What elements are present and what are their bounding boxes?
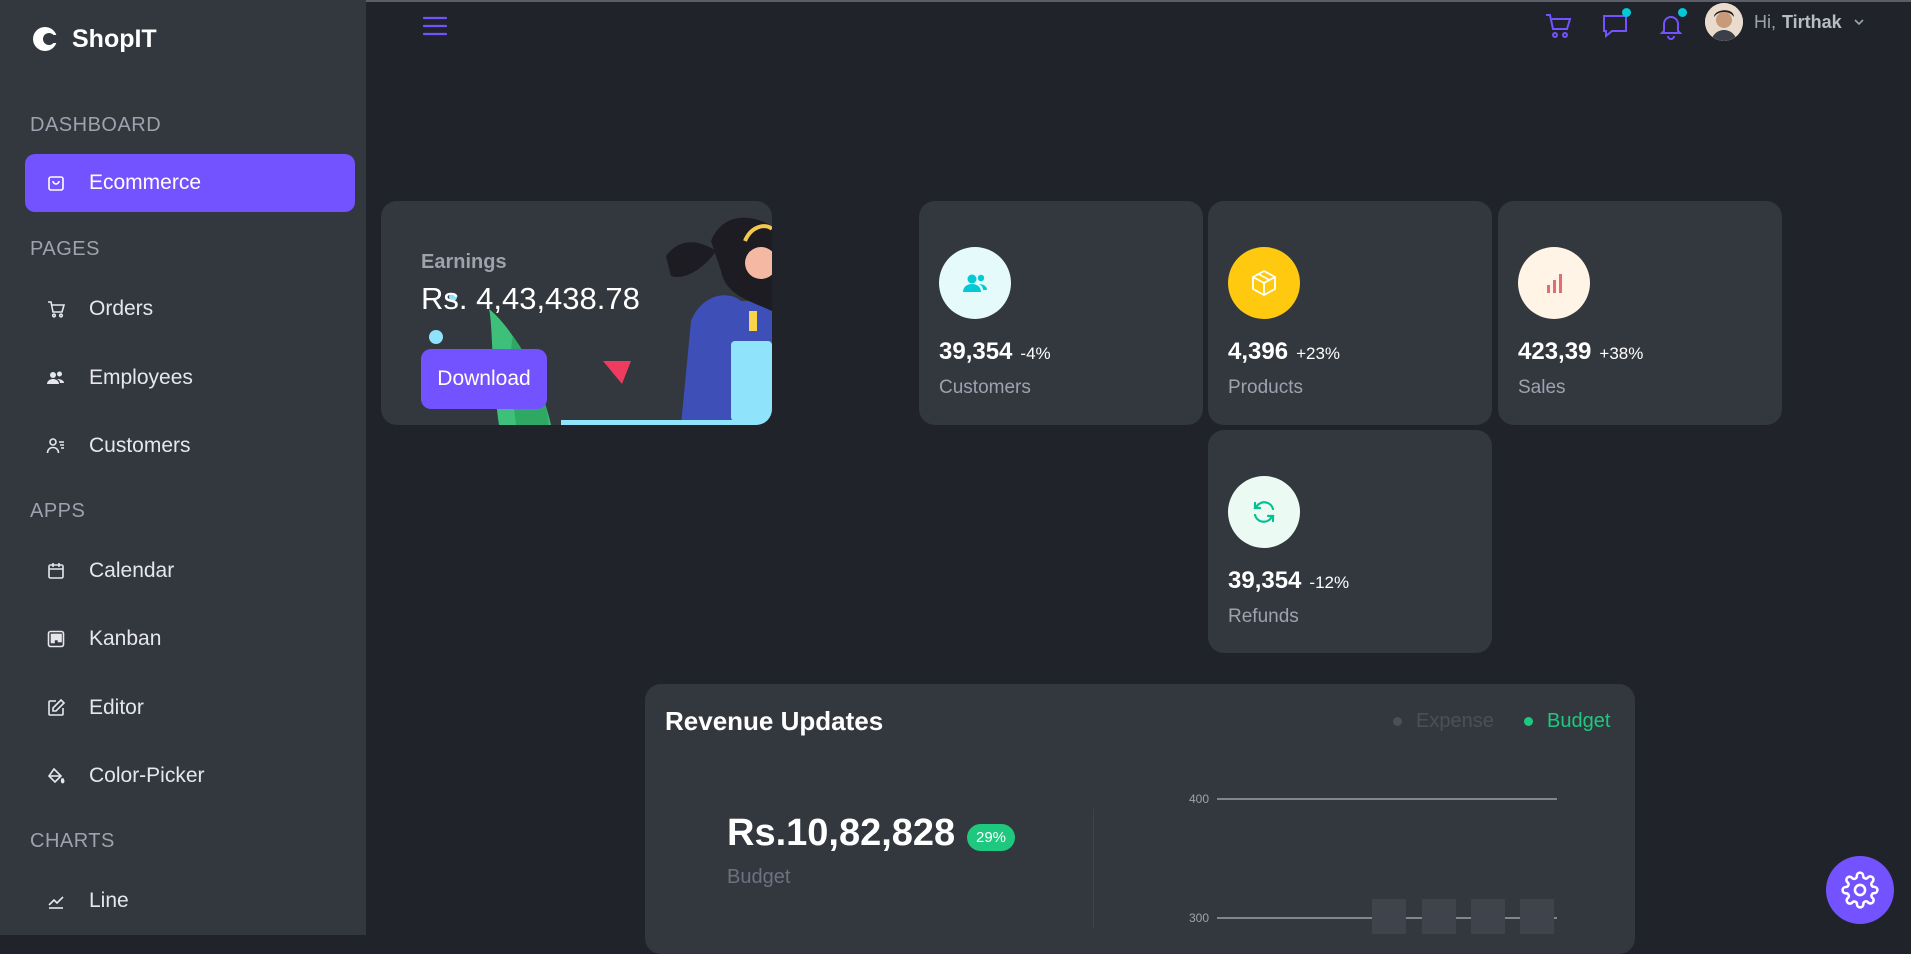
axis-tick-400: 400 — [1189, 792, 1209, 806]
sidebar-item-ecommerce[interactable]: Ecommerce — [25, 154, 355, 212]
sidebar-item-color-picker[interactable]: Color-Picker — [25, 747, 355, 805]
earnings-value: Rs. 4,43,438.78 — [421, 281, 640, 316]
sidebar-item-calendar[interactable]: Calendar — [25, 542, 355, 600]
box-icon[interactable] — [1228, 247, 1300, 319]
sidebar-item-line[interactable]: Line — [25, 872, 355, 930]
sidebar-item-kanban[interactable]: Kanban — [25, 610, 355, 668]
revenue-title: Revenue Updates — [665, 706, 884, 736]
sidebar-item-label: Customers — [89, 434, 191, 457]
section-title-charts: CHARTS — [30, 830, 115, 852]
user-greeting[interactable]: Hi, Tirthak — [1754, 12, 1842, 33]
download-button[interactable]: Download — [421, 349, 547, 409]
chart-bar[interactable] — [1520, 899, 1554, 934]
customers-icon[interactable] — [939, 247, 1011, 319]
sidebar-item-editor[interactable]: Editor — [25, 679, 355, 737]
stat-label: Products — [1228, 377, 1303, 398]
legend-expense[interactable]: Expense — [1393, 710, 1494, 733]
chart-bar[interactable] — [1471, 899, 1505, 934]
budget-value: Rs.10,82,828 — [727, 812, 956, 854]
stat-percent: +23% — [1296, 344, 1341, 363]
revenue-updates-card: Revenue Updates Expense Budget Rs.10,82,… — [645, 684, 1635, 954]
chevron-down-icon[interactable] — [1853, 16, 1865, 28]
sidebar-item-orders[interactable]: Orders — [25, 280, 355, 338]
line-chart-icon — [45, 890, 67, 912]
stat-value: 423,39 — [1518, 338, 1592, 365]
stat-value-customers: 39,354 -4% — [939, 338, 1051, 366]
sidebar-item-label: Ecommerce — [89, 171, 202, 194]
stat-value-sales: 423,39 +38% — [1518, 338, 1643, 366]
calendar-icon — [45, 560, 67, 582]
cart-icon[interactable] — [1544, 11, 1574, 41]
section-title-pages: PAGES — [30, 238, 100, 260]
axis-tick-300: 300 — [1189, 911, 1209, 925]
user-name: Tirthak — [1782, 12, 1842, 32]
budget-label: Budget — [727, 866, 791, 888]
earnings-card: Earnings Rs. 4,43,438.78 Download — [381, 201, 772, 425]
stat-value-products: 4,396 +23% — [1228, 338, 1340, 366]
stat-value: 4,396 — [1228, 338, 1289, 365]
sidebar-item-label: Editor — [89, 696, 144, 719]
sidebar-item-label: Orders — [89, 297, 154, 320]
chart-bar[interactable] — [1422, 899, 1456, 934]
section-title-apps: APPS — [30, 500, 86, 522]
sidebar-item-label: Employees — [89, 366, 193, 389]
stat-percent: +38% — [1599, 344, 1644, 363]
chat-notification-dot — [1622, 8, 1631, 17]
bar-chart-icon[interactable] — [1518, 247, 1590, 319]
stat-card-refunds: 39,354 -12% Refunds — [1208, 430, 1492, 653]
stat-percent: -4% — [1020, 344, 1051, 363]
legend-dot-expense — [1393, 717, 1402, 726]
sidebar-item-employees[interactable]: Employees — [25, 349, 355, 407]
bell-notification-dot — [1678, 8, 1687, 17]
cart-icon — [45, 298, 67, 320]
legend-label-expense: Expense — [1416, 710, 1494, 732]
menu-icon[interactable] — [420, 12, 450, 40]
stat-card-sales: 423,39 +38% Sales — [1498, 201, 1782, 425]
divider — [1093, 809, 1094, 929]
employees-icon — [45, 367, 67, 389]
stat-card-products: 4,396 +23% Products — [1208, 201, 1492, 425]
avatar[interactable] — [1705, 3, 1743, 41]
brand-logo[interactable]: ShopIT — [30, 24, 157, 54]
paint-bucket-icon — [45, 765, 67, 787]
stat-label: Refunds — [1228, 606, 1299, 627]
sidebar-item-customers[interactable]: Customers — [25, 417, 355, 475]
earnings-title: Earnings — [421, 251, 507, 273]
stat-label: Sales — [1518, 377, 1566, 398]
stat-label: Customers — [939, 377, 1031, 398]
shopit-logo-icon — [33, 27, 60, 51]
legend-label-budget: Budget — [1547, 710, 1611, 732]
section-title-dashboard: DASHBOARD — [30, 114, 162, 136]
kanban-icon — [45, 628, 67, 650]
revenue-chart: 400 300 — [1189, 792, 1557, 934]
sidebar-item-label: Calendar — [89, 559, 175, 582]
customers-icon — [45, 435, 67, 457]
settings-button[interactable] — [1826, 856, 1894, 924]
legend-budget[interactable]: Budget — [1524, 710, 1610, 733]
brand-name: ShopIT — [72, 24, 157, 53]
budget-percent-badge: 29% — [967, 824, 1016, 851]
greeting-text: Hi, — [1754, 12, 1776, 32]
chart-bar[interactable] — [1372, 899, 1406, 934]
stat-card-customers: 39,354 -4% Customers — [919, 201, 1203, 425]
sidebar: ShopIT DASHBOARD Ecommerce PAGES Orders … — [0, 0, 366, 935]
edit-icon — [45, 697, 67, 719]
refresh-icon[interactable] — [1228, 476, 1300, 548]
stat-value: 39,354 — [1228, 567, 1302, 594]
sidebar-item-label: Line — [89, 889, 129, 912]
stat-percent: -12% — [1309, 573, 1350, 592]
gear-icon — [1841, 871, 1879, 909]
sidebar-item-label: Color-Picker — [89, 764, 205, 787]
stat-value: 39,354 — [939, 338, 1013, 365]
stat-value-refunds: 39,354 -12% — [1228, 567, 1349, 595]
legend-dot-budget — [1524, 717, 1533, 726]
sidebar-item-label: Kanban — [89, 627, 162, 650]
shopping-bag-icon — [45, 172, 67, 194]
